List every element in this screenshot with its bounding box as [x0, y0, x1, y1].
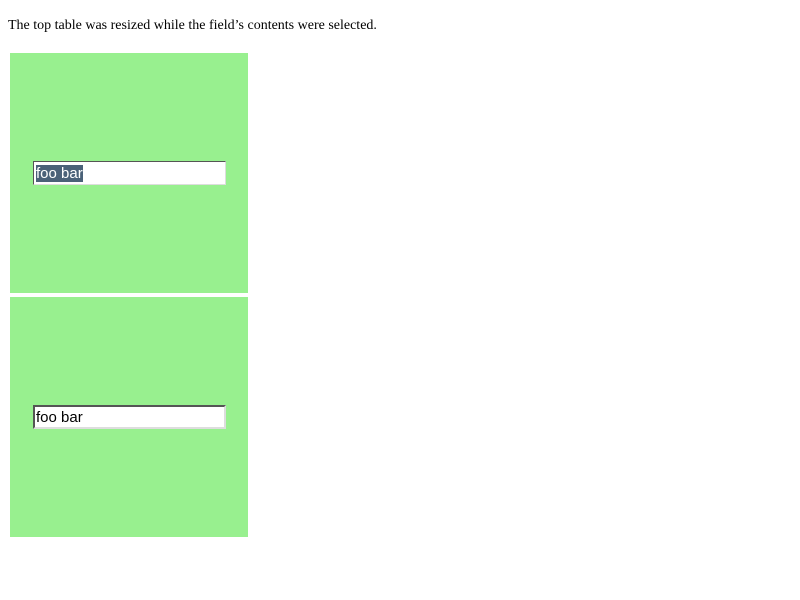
caption-text: The top table was resized while the fiel…	[8, 18, 377, 33]
bottom-table-cell	[10, 297, 248, 537]
bottom-text-field[interactable]	[33, 405, 226, 429]
top-table-cell	[10, 53, 248, 293]
top-text-field[interactable]	[33, 161, 226, 185]
